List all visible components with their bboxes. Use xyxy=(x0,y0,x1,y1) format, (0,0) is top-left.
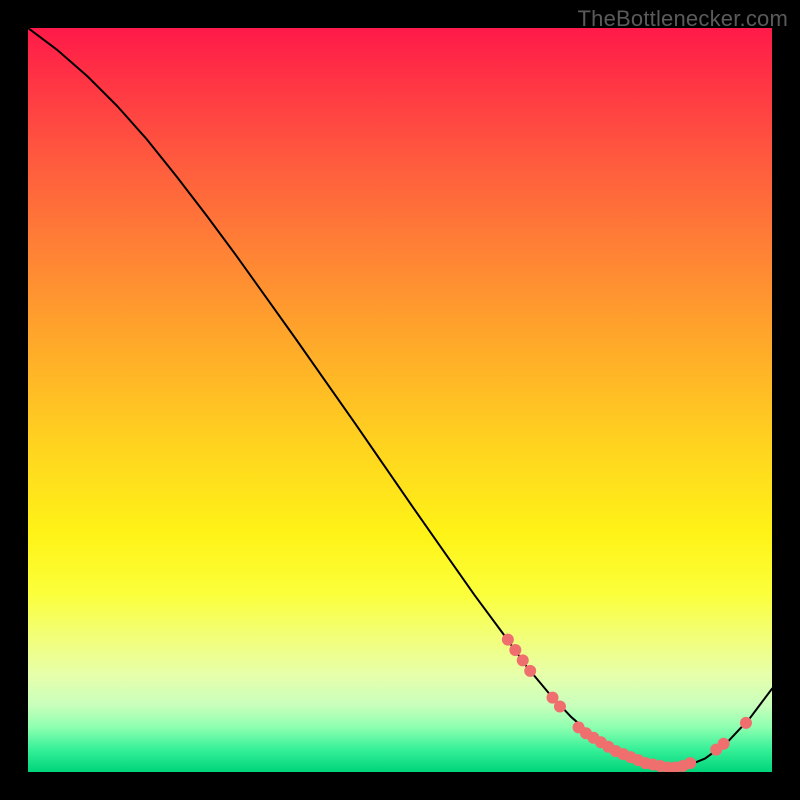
curve-marker xyxy=(524,665,536,677)
curve-marker xyxy=(740,717,752,729)
watermark-text: TheBottlenecker.com xyxy=(578,6,788,32)
plot-area xyxy=(28,28,772,772)
curve-marker xyxy=(684,757,696,769)
curve-marker xyxy=(517,654,529,666)
curve-marker xyxy=(554,701,566,713)
bottleneck-curve-path xyxy=(28,28,772,768)
bottleneck-curve-svg xyxy=(28,28,772,772)
chart-frame: TheBottlenecker.com xyxy=(0,0,800,800)
curve-marker xyxy=(718,738,730,750)
curve-marker-group xyxy=(502,634,752,772)
curve-marker xyxy=(502,634,514,646)
curve-marker xyxy=(509,644,521,656)
